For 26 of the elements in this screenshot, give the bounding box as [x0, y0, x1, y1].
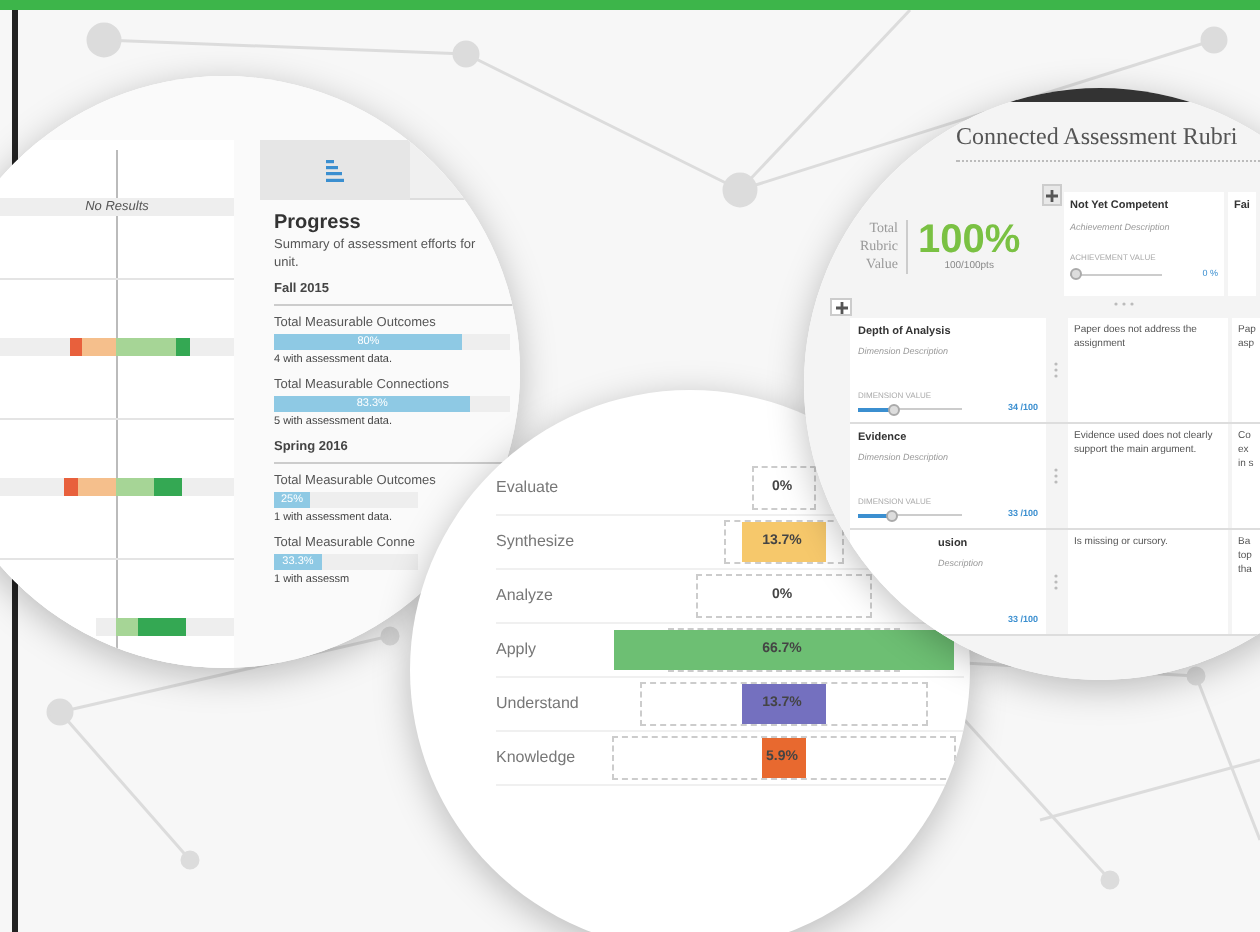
panel-title: Progress: [274, 212, 363, 236]
dimension-slider[interactable]: [858, 403, 962, 416]
drag-handle-icon[interactable]: [1053, 362, 1057, 378]
chart-tab[interactable]: [260, 140, 410, 200]
level-label: Synthesize: [496, 530, 577, 554]
add-row-button[interactable]: [830, 298, 852, 316]
level-label: Evaluate: [496, 476, 561, 500]
total-value: 100%: [918, 220, 1021, 260]
drag-handle-icon[interactable]: [1053, 468, 1057, 484]
level-label: Understand: [496, 692, 581, 716]
bar-chart-icon: [326, 159, 344, 181]
achievement-slider[interactable]: [1070, 268, 1162, 281]
slider-thumb[interactable]: [1070, 268, 1082, 281]
dimension-slider[interactable]: [858, 509, 962, 522]
level-label: Knowledge: [496, 746, 578, 770]
slider-thumb[interactable]: [886, 509, 899, 522]
level-label: Apply: [496, 638, 539, 662]
slider-thumb[interactable]: [887, 403, 900, 416]
plus-icon: [1046, 189, 1058, 201]
rubric-title: Connected Assessment Rubri: [956, 120, 1240, 154]
drag-handle-icon[interactable]: [1053, 574, 1057, 590]
level-label: Analyze: [496, 584, 555, 608]
add-column-button[interactable]: [1042, 184, 1062, 206]
distribution-bar-drawing: [96, 618, 234, 636]
dashed-outline: [752, 466, 816, 510]
plus-icon: [835, 301, 847, 313]
